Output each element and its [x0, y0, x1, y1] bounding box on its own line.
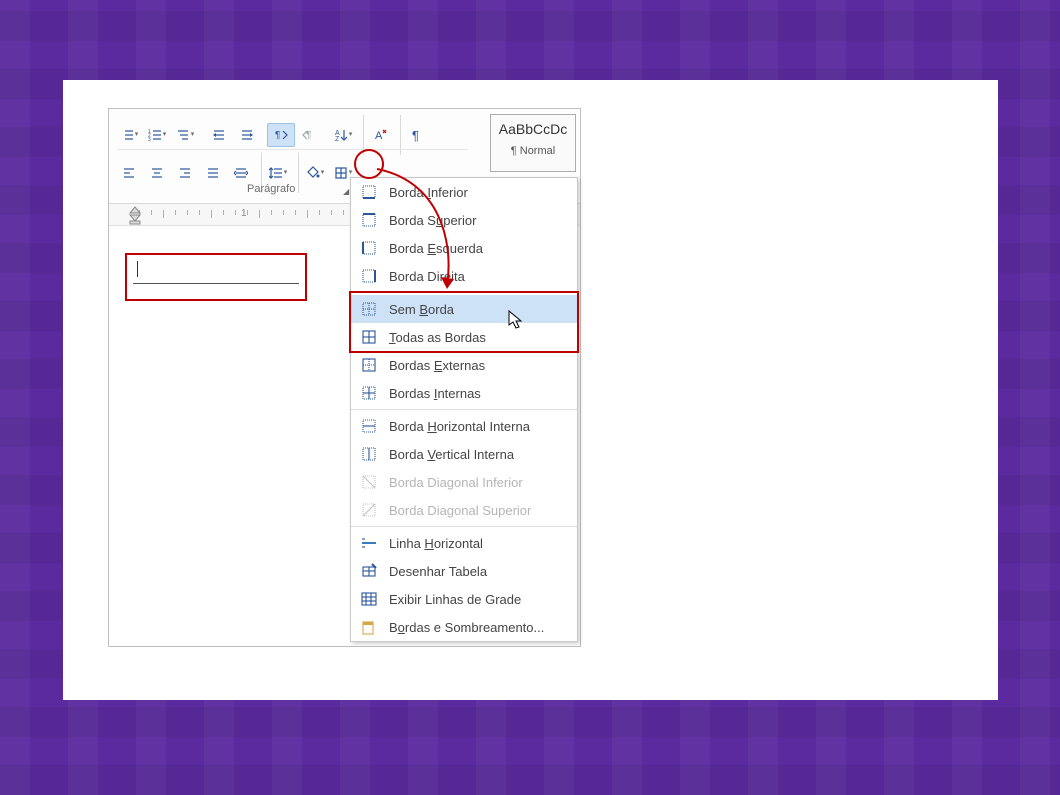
- borders-shading-icon: [359, 617, 379, 637]
- diag-down-border-icon: [359, 472, 379, 492]
- menu-item-diag-up-border: Borda Diagonal Superior: [351, 496, 577, 524]
- inside-v-border-icon: [359, 444, 379, 464]
- menu-item-label: Desenhar Tabela: [389, 564, 487, 579]
- menu-item-no-border[interactable]: Sem Borda: [351, 295, 577, 323]
- style-sample: AaBbCcDc: [491, 115, 575, 137]
- align-center-button[interactable]: [143, 161, 171, 185]
- word-ribbon-frame: 123 ¶ ¶ AZ A ¶: [108, 108, 581, 647]
- menu-item-inside-borders[interactable]: Bordas Internas: [351, 379, 577, 407]
- menu-item-border-left[interactable]: Borda Esquerda: [351, 234, 577, 262]
- menu-item-h-line[interactable]: Linha Horizontal: [351, 529, 577, 557]
- menu-separator: [351, 409, 577, 410]
- ltr-text-button[interactable]: ¶: [267, 123, 295, 147]
- menu-item-inside-h-border[interactable]: Borda Horizontal Interna: [351, 412, 577, 440]
- menu-item-label: Todas as Bordas: [389, 330, 486, 345]
- ribbon-group-label: Parágrafo: [247, 183, 295, 195]
- style-normal[interactable]: AaBbCcDc ¶ Normal: [490, 114, 576, 172]
- justify-button[interactable]: [199, 161, 227, 185]
- menu-item-borders-shading[interactable]: Bordas e Sombreamento...: [351, 613, 577, 641]
- text-cursor-icon: [137, 261, 138, 277]
- menu-item-label: Bordas Externas: [389, 358, 485, 373]
- menu-item-label: Borda Diagonal Superior: [389, 503, 531, 518]
- menu-item-diag-down-border: Borda Diagonal Inferior: [351, 468, 577, 496]
- show-marks-button[interactable]: ¶: [403, 123, 431, 147]
- menu-item-inside-v-border[interactable]: Borda Vertical Interna: [351, 440, 577, 468]
- menu-item-draw-table[interactable]: Desenhar Tabela: [351, 557, 577, 585]
- menu-item-label: Borda Vertical Interna: [389, 447, 514, 462]
- menu-item-view-gridlines[interactable]: Exibir Linhas de Grade: [351, 585, 577, 613]
- rtl-text-button[interactable]: ¶: [295, 123, 323, 147]
- menu-item-label: Borda Direita: [389, 269, 465, 284]
- sort-button[interactable]: AZ: [329, 123, 357, 147]
- ruler-mark: 1: [241, 208, 247, 219]
- border-top-icon: [359, 210, 379, 230]
- svg-text:¶: ¶: [412, 128, 419, 142]
- menu-item-label: Exibir Linhas de Grade: [389, 592, 521, 607]
- border-right-icon: [359, 266, 379, 286]
- decrease-indent-button[interactable]: [205, 123, 233, 147]
- indent-marker-icon[interactable]: [126, 205, 144, 225]
- outside-borders-icon: [359, 355, 379, 375]
- draw-table-icon: [359, 561, 379, 581]
- menu-item-outside-borders[interactable]: Bordas Externas: [351, 351, 577, 379]
- align-left-button[interactable]: [115, 161, 143, 185]
- menu-item-label: Borda Superior: [389, 213, 476, 228]
- distributed-button[interactable]: [227, 161, 255, 185]
- svg-text:3: 3: [148, 137, 151, 142]
- menu-item-border-top[interactable]: Borda Superior: [351, 206, 577, 234]
- dialog-launcher-icon[interactable]: ◢: [343, 187, 349, 196]
- highlighted-table-cell: [125, 253, 307, 301]
- shading-button[interactable]: [301, 161, 329, 185]
- menu-item-label: Linha Horizontal: [389, 536, 483, 551]
- cell-bottom-border: [133, 283, 299, 284]
- menu-item-label: Borda Diagonal Inferior: [389, 475, 523, 490]
- menu-item-label: Bordas Internas: [389, 386, 481, 401]
- borders-dropdown-menu: Borda Inferior Borda Superior Borda Esquer…: [350, 177, 578, 642]
- border-bottom-icon: [359, 182, 379, 202]
- slide-card: 123 ¶ ¶ AZ A ¶: [63, 80, 998, 700]
- menu-item-label: Borda Horizontal Interna: [389, 419, 530, 434]
- menu-item-label: Sem Borda: [389, 302, 454, 317]
- increase-indent-button[interactable]: [233, 123, 261, 147]
- diag-up-border-icon: [359, 500, 379, 520]
- inside-h-border-icon: [359, 416, 379, 436]
- inside-borders-icon: [359, 383, 379, 403]
- menu-item-border-right[interactable]: Borda Direita: [351, 262, 577, 290]
- svg-text:Z: Z: [335, 136, 340, 142]
- svg-text:¶: ¶: [275, 130, 280, 141]
- align-right-button[interactable]: [171, 161, 199, 185]
- border-left-icon: [359, 238, 379, 258]
- menu-item-border-bottom[interactable]: Borda Inferior: [351, 178, 577, 206]
- bullets-button[interactable]: [115, 123, 143, 147]
- line-spacing-button[interactable]: [264, 161, 292, 185]
- menu-item-label: Bordas e Sombreamento...: [389, 620, 544, 635]
- all-borders-icon: [359, 327, 379, 347]
- menu-separator: [351, 526, 577, 527]
- menu-separator: [351, 292, 577, 293]
- style-name: ¶ Normal: [491, 137, 575, 157]
- menu-item-all-borders[interactable]: Todas as Bordas: [351, 323, 577, 351]
- menu-item-label: Borda Inferior: [389, 185, 468, 200]
- clear-formatting-button[interactable]: A: [366, 123, 394, 147]
- menu-item-label: Borda Esquerda: [389, 241, 483, 256]
- h-line-icon: [359, 533, 379, 553]
- no-border-icon: [359, 299, 379, 319]
- multilevel-list-button[interactable]: [171, 123, 199, 147]
- view-gridlines-icon: [359, 589, 379, 609]
- numbering-button[interactable]: 123: [143, 123, 171, 147]
- svg-text:A: A: [375, 130, 383, 142]
